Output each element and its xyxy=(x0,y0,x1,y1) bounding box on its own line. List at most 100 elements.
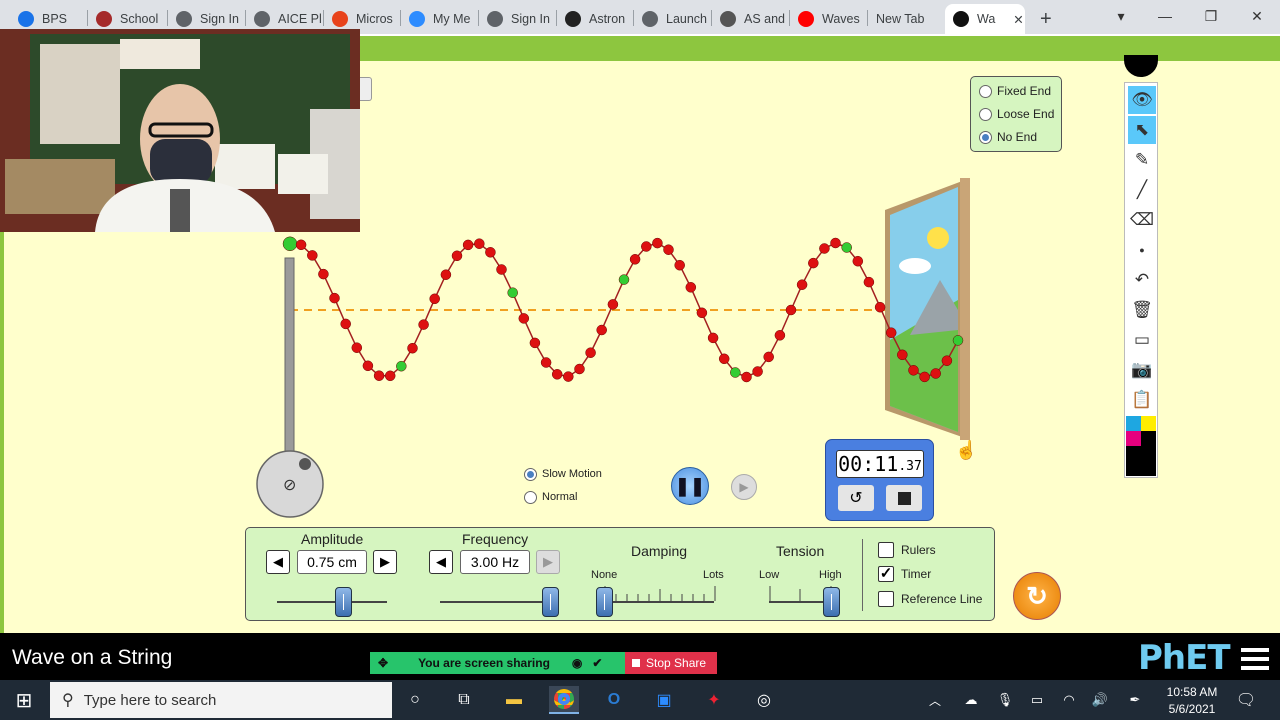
string-bead xyxy=(718,353,730,365)
damping-slider-thumb[interactable] xyxy=(596,587,613,617)
rulers-checkbox[interactable] xyxy=(878,542,894,558)
string-bead xyxy=(641,241,652,252)
trash-icon[interactable]: 🗑 xyxy=(1128,296,1156,324)
wifi-icon[interactable]: ◠ xyxy=(1059,686,1079,714)
string-bead xyxy=(418,319,429,330)
volume-icon[interactable]: 🔊 xyxy=(1090,686,1110,714)
highlighter-icon[interactable]: ✎ xyxy=(1128,146,1156,174)
clipboard-icon[interactable]: 📋 xyxy=(1128,386,1156,414)
loose-end-radio[interactable] xyxy=(979,108,992,121)
outlook-icon[interactable]: O xyxy=(599,686,629,714)
pause-button[interactable]: ❚❚ xyxy=(671,467,709,505)
bps-icon xyxy=(18,11,34,27)
restore-button[interactable]: ❐ xyxy=(1188,0,1234,32)
dot-icon[interactable]: ● xyxy=(1128,236,1156,264)
browser-tab[interactable]: AS and xyxy=(712,4,790,34)
acrobat-icon[interactable]: ✦ xyxy=(699,686,729,714)
share-drag-icon[interactable]: ✥ xyxy=(378,656,388,670)
taskbar-search[interactable]: ⚲ Type here to search xyxy=(50,682,392,718)
color-cyan[interactable] xyxy=(1126,416,1141,431)
hamburger-menu-icon[interactable] xyxy=(1241,648,1269,672)
side-panel-tab[interactable] xyxy=(360,77,372,101)
amplitude-label: Amplitude xyxy=(301,531,364,547)
string-bead xyxy=(362,360,374,372)
timer-stop-icon[interactable] xyxy=(886,485,922,511)
string-bead xyxy=(663,244,674,255)
cortana-icon[interactable]: ○ xyxy=(400,686,430,714)
color-yellow[interactable] xyxy=(1141,416,1156,431)
color-magenta[interactable] xyxy=(1126,431,1141,446)
tray-expand-icon[interactable]: ︿ xyxy=(925,686,945,714)
search-placeholder: Type here to search xyxy=(83,691,217,709)
reset-all-icon[interactable]: ↻ xyxy=(1013,572,1061,620)
chrome-icon[interactable] xyxy=(549,686,579,714)
string-bead xyxy=(863,276,875,288)
browser-tab[interactable]: Sign In xyxy=(479,4,557,34)
zoom-icon[interactable]: ▣ xyxy=(649,686,679,714)
eye-icon[interactable]: 👁 xyxy=(1128,86,1156,114)
fixed-end-radio[interactable] xyxy=(979,85,992,98)
battery-icon[interactable]: ▭ xyxy=(1027,686,1047,714)
amplitude-decrease-button[interactable]: ◀ xyxy=(266,550,290,574)
string-bead xyxy=(885,327,897,338)
tab-label: Waves xyxy=(822,12,860,26)
notifications-icon[interactable]: 🗨 xyxy=(1232,686,1260,714)
browser-tab[interactable]: Wa ✕ xyxy=(945,4,1025,34)
amplitude-slider-thumb[interactable] xyxy=(335,587,352,617)
normal-radio[interactable] xyxy=(524,491,537,504)
windows-start-icon[interactable]: ⊞ xyxy=(9,686,39,714)
stop-share-button[interactable]: Stop Share xyxy=(625,652,717,674)
clock[interactable]: 10:58 AM 5/6/2021 xyxy=(1160,684,1224,718)
phet-icon xyxy=(953,11,969,27)
microphone-icon[interactable]: 🎙 xyxy=(995,686,1015,714)
reference-line-checkbox[interactable] xyxy=(878,591,894,607)
browser-tab[interactable]: Astron xyxy=(557,4,634,34)
frequency-slider-track[interactable] xyxy=(440,601,550,603)
amplitude-slider-track[interactable] xyxy=(277,601,387,603)
string-bead xyxy=(685,282,697,293)
profile-icon[interactable]: ▾ xyxy=(1098,0,1144,32)
no-end-radio[interactable] xyxy=(979,131,992,144)
task-view-icon[interactable]: ⧉ xyxy=(449,686,479,714)
string-bead xyxy=(908,365,919,376)
timer-reset-icon[interactable]: ↺ xyxy=(838,485,874,511)
browser-tab[interactable]: Waves xyxy=(790,4,868,34)
string-bead xyxy=(496,264,507,275)
youtube-icon xyxy=(798,11,814,27)
close-tab-icon[interactable]: ✕ xyxy=(1013,12,1023,27)
frequency-decrease-button[interactable]: ◀ xyxy=(429,550,453,574)
obs-icon[interactable]: ◎ xyxy=(749,686,779,714)
eraser-icon[interactable]: ⌫ xyxy=(1128,206,1156,234)
string-bead xyxy=(329,292,340,304)
end-options-panel: Fixed End Loose End No End xyxy=(970,76,1062,152)
step-button[interactable]: ▶ xyxy=(731,474,757,500)
timer-panel[interactable]: 00:11.37 ↺ xyxy=(825,439,934,521)
frequency-increase-button[interactable]: ▶ xyxy=(536,550,560,574)
slow-motion-radio[interactable] xyxy=(524,468,537,481)
pointer-icon[interactable]: ⬉ xyxy=(1128,116,1156,144)
browser-tab[interactable]: My Me xyxy=(401,4,479,34)
pen-tray-icon[interactable]: ✒ xyxy=(1125,686,1145,714)
file-explorer-icon[interactable]: ▬ xyxy=(499,686,529,714)
frequency-slider-thumb[interactable] xyxy=(542,587,559,617)
string-bead xyxy=(407,342,418,354)
close-window-button[interactable]: ✕ xyxy=(1234,0,1280,32)
amplitude-increase-button[interactable]: ▶ xyxy=(373,550,397,574)
browser-tab[interactable]: Launch xyxy=(634,4,712,34)
onedrive-icon[interactable]: ☁ xyxy=(960,686,982,714)
timer-checkbox[interactable]: ✓ xyxy=(878,566,894,582)
camera-icon[interactable]: 📷 xyxy=(1128,356,1156,384)
control-panel: Amplitude ◀ 0.75 cm ▶ Frequency ◀ 3.00 H… xyxy=(245,527,995,621)
new-tab-button[interactable]: + xyxy=(1032,4,1052,34)
minimize-button[interactable]: — xyxy=(1142,0,1188,32)
undo-icon[interactable]: ↶ xyxy=(1128,266,1156,294)
board-icon[interactable]: ▭ xyxy=(1128,326,1156,354)
browser-tab[interactable]: New Tab xyxy=(868,4,945,34)
astronomy-icon xyxy=(565,11,581,27)
string-bead xyxy=(952,335,964,346)
color-black[interactable] xyxy=(1141,431,1156,446)
string-bead xyxy=(485,247,496,258)
tension-slider-thumb[interactable] xyxy=(823,587,840,617)
pen-icon[interactable]: ╱ xyxy=(1128,176,1156,204)
tab-label: School xyxy=(120,12,159,26)
